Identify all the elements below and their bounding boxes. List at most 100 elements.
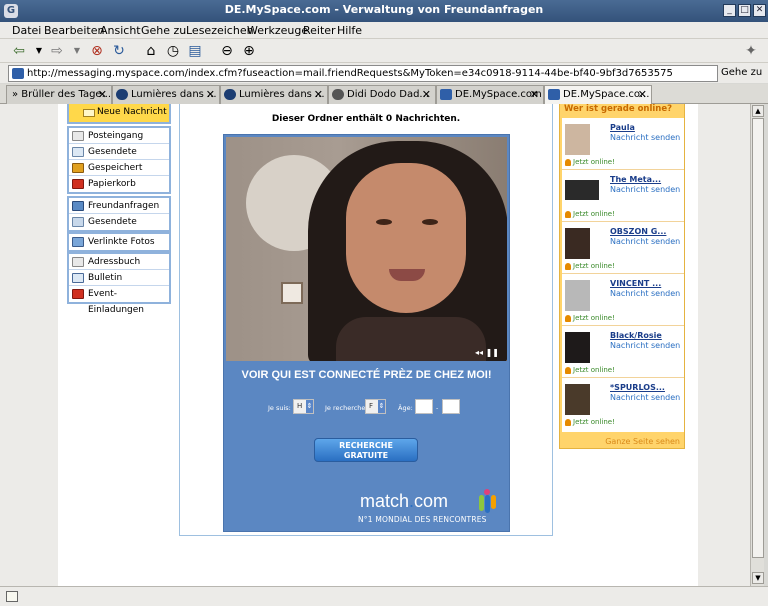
forward-icon[interactable]: ⇨ <box>48 42 66 60</box>
back-dropdown-icon[interactable]: ▼ <box>30 42 48 60</box>
send-message-link[interactable]: Nachricht senden <box>610 237 680 246</box>
reload-icon[interactable]: ↻ <box>110 42 128 60</box>
friend-avatar[interactable] <box>565 384 590 415</box>
scroll-down-icon[interactable]: ▼ <box>752 572 764 584</box>
friend-item: The Meta... Nachricht senden Jetzt onlin… <box>562 170 684 222</box>
match-logo: match.com <box>360 491 448 512</box>
close-tab-icon[interactable]: ✕ <box>206 86 215 103</box>
zoom-out-icon[interactable]: ⊖ <box>218 42 236 60</box>
menu-reiter[interactable]: Reiter <box>303 24 336 37</box>
online-heading: Wer ist gerade online? <box>564 104 673 114</box>
friend-avatar[interactable] <box>565 180 599 200</box>
send-message-link[interactable]: Nachricht senden <box>610 289 680 298</box>
new-message-button[interactable]: Neue Nachricht <box>67 104 171 124</box>
menu-item-posteingang[interactable]: Posteingang <box>69 128 169 144</box>
url-input[interactable]: http://messaging.myspace.com/index.cfm?f… <box>8 65 718 82</box>
trash-icon <box>72 179 84 189</box>
menu-item-verlinkte-fotos[interactable]: Verlinkte Fotos <box>69 234 169 250</box>
close-tab-icon[interactable]: ✕ <box>422 86 431 103</box>
je-suis-select[interactable]: H <box>293 399 314 414</box>
menu-werkzeuge[interactable]: Werkzeuge <box>247 24 308 37</box>
menu-item-event-einladungen[interactable]: Event-Einladungen <box>69 286 169 315</box>
friend-avatar[interactable] <box>565 124 590 155</box>
sent-icon <box>72 147 84 157</box>
friend-avatar[interactable] <box>565 332 590 363</box>
envelope-icon <box>83 109 95 117</box>
globe-icon <box>116 89 128 100</box>
menu-bearbeiten[interactable]: Bearbeiten <box>44 24 104 37</box>
tab-didi-dodo[interactable]: Didi Dodo Dad... ✕ <box>328 85 436 104</box>
sent-request-icon <box>72 217 84 227</box>
menu-item-label: Bulletin <box>88 273 123 283</box>
scroll-up-icon[interactable]: ▲ <box>752 105 764 117</box>
scrollbar-thumb[interactable] <box>752 118 764 558</box>
menu-item-gesendete-anfragen[interactable]: Gesendete Anfragen <box>69 214 169 243</box>
menu-datei[interactable]: Datei <box>12 24 41 37</box>
menu-lesezeichen[interactable]: Lesezeichen <box>186 24 254 37</box>
stop-icon[interactable]: ⊗ <box>88 42 106 60</box>
menu-item-adressbuch[interactable]: Adressbuch <box>69 254 169 270</box>
match-advertisement[interactable]: ◂◂ ❚❚ VOIR QUI EST CONNECTÉ PRÈZ DE CHEZ… <box>223 134 510 532</box>
who-is-online-panel: Wer ist gerade online? Paula Nachricht s… <box>559 104 685 449</box>
close-tab-icon[interactable]: ✕ <box>638 86 647 103</box>
vertical-scrollbar[interactable]: ▲ ▼ <box>750 104 764 586</box>
tab-lumieres-1[interactable]: Lumières dans ... ✕ <box>112 85 220 104</box>
je-recherche-select[interactable]: F <box>365 399 386 414</box>
minimize-button[interactable]: _ <box>723 4 736 17</box>
send-message-link[interactable]: Nachricht senden <box>610 185 680 194</box>
menu-item-gespeichert[interactable]: Gespeichert <box>69 160 169 176</box>
close-tab-icon[interactable]: ✕ <box>314 86 323 103</box>
eye-shape <box>376 219 392 225</box>
menu-item-bulletin[interactable]: Bulletin <box>69 270 169 286</box>
menu-bar: Datei Bearbeiten Ansicht Gehe zu Lesezei… <box>0 22 768 39</box>
video-controls-icon[interactable]: ◂◂ ❚❚ <box>475 348 499 357</box>
friend-name-link[interactable]: Black/Rosie <box>610 331 662 340</box>
back-icon[interactable]: ⇦ <box>10 42 28 60</box>
close-tab-icon[interactable]: ✕ <box>530 86 539 103</box>
globe-icon <box>224 89 236 100</box>
free-search-button[interactable]: RECHERCHE GRATUITE <box>314 438 418 462</box>
friend-name-link[interactable]: The Meta... <box>610 175 661 184</box>
menu-item-label: Freundanfragen <box>88 201 160 211</box>
tab-lumieres-2[interactable]: Lumières dans ... ✕ <box>220 85 328 104</box>
history-icon[interactable]: ◷ <box>164 42 182 60</box>
ad-video[interactable]: ◂◂ ❚❚ <box>226 137 507 361</box>
friend-name-link[interactable]: VINCENT ... <box>610 279 661 288</box>
photo-icon <box>72 237 84 247</box>
send-message-link[interactable]: Nachricht senden <box>610 133 680 142</box>
friend-name-link[interactable]: OBSZON G... <box>610 227 666 236</box>
send-message-link[interactable]: Nachricht senden <box>610 341 680 350</box>
close-window-button[interactable]: ✕ <box>753 4 766 17</box>
friend-name-link[interactable]: *SPURLOS... <box>610 383 665 392</box>
mail-folders-group: Posteingang Gesendete Gespeichert Papier… <box>67 126 171 194</box>
friend-name-link[interactable]: Paula <box>610 123 635 132</box>
menu-item-papierkorb[interactable]: Papierkorb <box>69 176 169 192</box>
close-tab-icon[interactable]: ✕ <box>98 86 107 103</box>
forward-dropdown-icon[interactable]: ▼ <box>68 42 86 60</box>
menu-ansicht[interactable]: Ansicht <box>100 24 141 37</box>
tab-myspace-active[interactable]: DE.MySpace.co... ✕ <box>544 85 652 105</box>
see-all-link[interactable]: Ganze Seite sehen <box>605 437 680 446</box>
age-min-input[interactable] <box>415 399 433 414</box>
folder-status-text: Dieser Ordner enthält 0 Nachrichten. <box>271 114 461 124</box>
menu-item-label: Papierkorb <box>88 179 136 189</box>
tab-bruller[interactable]: » Brüller des Tage... ✕ <box>6 85 112 104</box>
go-button[interactable]: Gehe zu <box>721 67 762 78</box>
menu-hilfe[interactable]: Hilfe <box>337 24 362 37</box>
send-message-link[interactable]: Nachricht senden <box>610 393 680 402</box>
online-status: Jetzt online! <box>565 314 615 322</box>
menu-item-gesendete[interactable]: Gesendete <box>69 144 169 160</box>
friend-avatar[interactable] <box>565 280 590 311</box>
menu-item-freundanfragen[interactable]: Freundanfragen <box>69 198 169 214</box>
maximize-button[interactable]: □ <box>738 4 751 17</box>
menu-item-label: Verlinkte Fotos <box>88 237 155 247</box>
bookmarks-icon[interactable]: ▤ <box>186 42 204 60</box>
home-icon[interactable]: ⌂ <box>142 42 160 60</box>
eye-shape <box>422 219 438 225</box>
tab-myspace-1[interactable]: DE.MySpace.com ✕ <box>436 85 544 104</box>
zoom-in-icon[interactable]: ⊕ <box>240 42 258 60</box>
menu-gehe-zu[interactable]: Gehe zu <box>141 24 186 37</box>
age-max-input[interactable] <box>442 399 460 414</box>
online-status: Jetzt online! <box>565 158 615 166</box>
friend-avatar[interactable] <box>565 228 590 259</box>
